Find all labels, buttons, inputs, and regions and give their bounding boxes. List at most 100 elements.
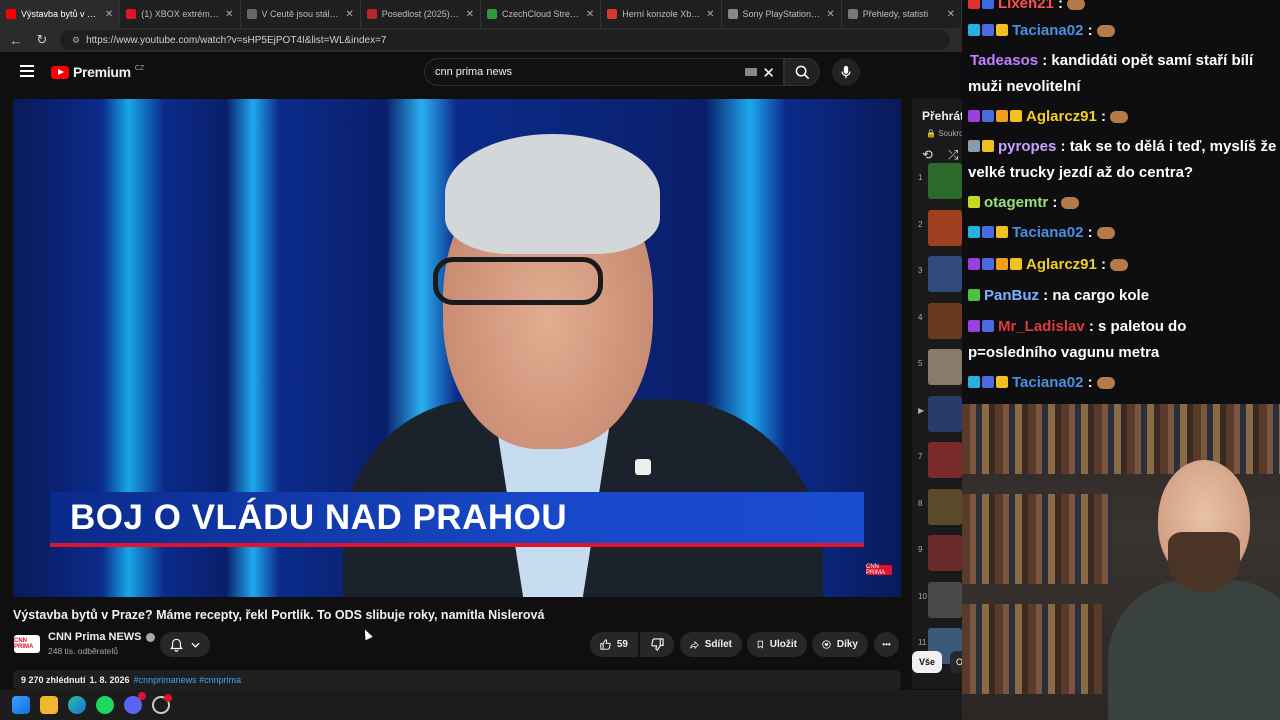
video-frame-pin	[635, 459, 651, 475]
chat-message: PanBuz : na cargo kole	[968, 283, 1278, 309]
browser-tab-5[interactable]: CzechCloud Stream - Wi ✕	[481, 0, 602, 28]
keyboard-icon[interactable]	[745, 68, 757, 76]
browser-tab-8[interactable]: Přehledy, statisti ✕	[842, 0, 962, 28]
playlist-item[interactable]: 3	[912, 254, 962, 294]
playlist-item-index: ▶	[918, 405, 925, 415]
chat-badge-icon	[968, 258, 980, 270]
spotify-icon[interactable]	[96, 696, 114, 714]
playlist-item-index: 10	[918, 591, 927, 601]
voice-search-button[interactable]	[832, 58, 860, 86]
tab-close-icon[interactable]: ✕	[345, 9, 353, 20]
save-label: Uložit	[769, 639, 797, 650]
playlist-thumbnail	[928, 535, 962, 571]
tab-close-icon[interactable]: ✕	[826, 9, 834, 20]
more-actions-button[interactable]: •••	[874, 632, 899, 657]
hashtags[interactable]: #cnnprimanews #cnnprima	[134, 675, 242, 685]
reload-icon[interactable]: ↻	[34, 32, 50, 48]
youtube-premium-logo[interactable]: Premium CZ	[51, 64, 144, 80]
browser-tab-4[interactable]: Posedlost (2025) | ČSFD ✕	[361, 0, 481, 28]
bookshelf-lower	[962, 604, 1102, 694]
playlist-item[interactable]: ▶	[912, 394, 962, 434]
chat-username[interactable]: Aglarcz91	[1026, 256, 1097, 273]
tab-close-icon[interactable]: ✕	[586, 9, 594, 20]
search-input[interactable]: cnn prima news ✕	[424, 58, 784, 86]
channel-name-link[interactable]: CNN Prima NEWS	[48, 631, 155, 643]
search-value: cnn prima news	[435, 66, 513, 78]
playlist-item[interactable]: 10	[912, 580, 962, 620]
chat-username[interactable]: Taciana02	[1012, 224, 1083, 241]
playlist-item[interactable]: 5	[912, 347, 962, 387]
chat-username[interactable]: Lixen21	[998, 0, 1054, 12]
streamer-body	[1108, 580, 1280, 720]
tab-favicon-icon	[126, 9, 137, 19]
lower-third-text: BOJ O VLÁDU NAD PRAHOU	[70, 497, 568, 537]
playlist-item[interactable]: 8	[912, 487, 962, 527]
playlist-item-index: 1	[918, 173, 923, 182]
chat-username[interactable]: Aglarcz91	[1026, 108, 1097, 125]
chat-badge-icon	[968, 196, 980, 208]
tab-close-icon[interactable]: ✕	[947, 9, 955, 20]
playlist-thumbnail	[928, 163, 962, 199]
playlist-item[interactable]: 2	[912, 208, 962, 248]
site-info-icon[interactable]: ⚙	[72, 35, 80, 46]
filter-chip-next[interactable]: O	[950, 651, 962, 673]
tab-close-icon[interactable]: ✕	[466, 9, 474, 20]
save-button[interactable]: Uložit	[747, 632, 807, 657]
back-icon[interactable]: ←	[8, 33, 24, 48]
description-box[interactable]: 9 270 zhlédnutí 1. 8. 2026 #cnnprimanews…	[13, 670, 901, 690]
tab-close-icon[interactable]: ✕	[706, 9, 714, 20]
tab-close-icon[interactable]: ✕	[105, 9, 113, 20]
playlist-thumbnail	[928, 256, 962, 292]
discord-icon[interactable]	[124, 692, 146, 714]
chat-username[interactable]: Taciana02	[1012, 22, 1083, 39]
thanks-button[interactable]: Díky	[812, 632, 868, 657]
browser-tab-1[interactable]: Výstavba bytů v Praz ✕	[0, 0, 121, 28]
channel-avatar[interactable]: CNN PRIMA	[14, 635, 40, 653]
browser-tab-3[interactable]: V Ceutě jsou stále tisíce ✕	[241, 0, 361, 28]
app-icon[interactable]	[152, 694, 172, 714]
playlist-item[interactable]: 4	[912, 301, 962, 341]
chat-username[interactable]: otagemtr	[984, 194, 1048, 211]
share-button[interactable]: Sdílet	[680, 632, 742, 657]
playlist-item[interactable]: 9	[912, 533, 962, 573]
dislike-button[interactable]	[640, 632, 674, 657]
channel-watermark: CNN PRIMA	[866, 564, 892, 576]
chat-username[interactable]: pyropes	[998, 138, 1056, 155]
chat-badge-icon	[982, 320, 994, 332]
tab-favicon-icon	[607, 9, 618, 19]
url-field[interactable]: ⚙ https://www.youtube.com/watch?v=sHP5Ej…	[60, 30, 950, 50]
view-count: 9 270 zhlédnutí	[21, 675, 86, 685]
file-explorer-icon[interactable]	[40, 696, 58, 714]
browser-tab-2[interactable]: (1) XBOX extrémně zdra ✕	[120, 0, 241, 28]
hamburger-menu-icon[interactable]	[20, 65, 34, 77]
thanks-label: Díky	[836, 639, 858, 650]
chat-text: :	[1053, 0, 1064, 12]
edge-browser-icon[interactable]	[68, 696, 86, 714]
url-text: https://www.youtube.com/watch?v=sHP5EjPO…	[86, 34, 387, 46]
like-button[interactable]: 59	[590, 632, 638, 657]
browser-tab-6[interactable]: Herní konzole Xbox Seri ✕	[601, 0, 722, 28]
playlist-item[interactable]: 1	[912, 161, 962, 201]
search-button[interactable]	[784, 58, 820, 86]
chat-message: Aglarcz91 :	[968, 104, 1278, 130]
video-player[interactable]: BOJ O VLÁDU NAD PRAHOU CNN PRIMA	[13, 99, 901, 597]
chat-username[interactable]: Mr_Ladislav	[998, 318, 1085, 335]
chat-emote-icon	[1096, 377, 1115, 389]
chat-badge-icon	[982, 140, 994, 152]
notification-bell-button[interactable]	[160, 632, 210, 657]
bookmark-icon	[757, 640, 764, 649]
chat-username[interactable]: Tadeasos	[970, 52, 1038, 69]
playlist-privacy: 🔒 Soukromý	[926, 129, 962, 138]
video-lower-third: BOJ O VLÁDU NAD PRAHOU	[50, 492, 864, 547]
youtube-play-icon	[51, 65, 69, 79]
windows-start-icon[interactable]	[12, 696, 30, 714]
playlist-item[interactable]: 7	[912, 440, 962, 480]
chat-badge-icon	[996, 226, 1008, 238]
browser-tab-7[interactable]: Sony PlayStation 4 Slim ✕	[722, 0, 842, 28]
chat-username[interactable]: PanBuz	[984, 287, 1039, 304]
chat-username[interactable]: Taciana02	[1012, 374, 1083, 391]
filter-chip-all[interactable]: Vše	[912, 651, 942, 673]
tab-close-icon[interactable]: ✕	[225, 9, 233, 20]
clear-search-icon[interactable]: ✕	[762, 64, 775, 82]
playlist-item-index: 11	[918, 638, 927, 647]
